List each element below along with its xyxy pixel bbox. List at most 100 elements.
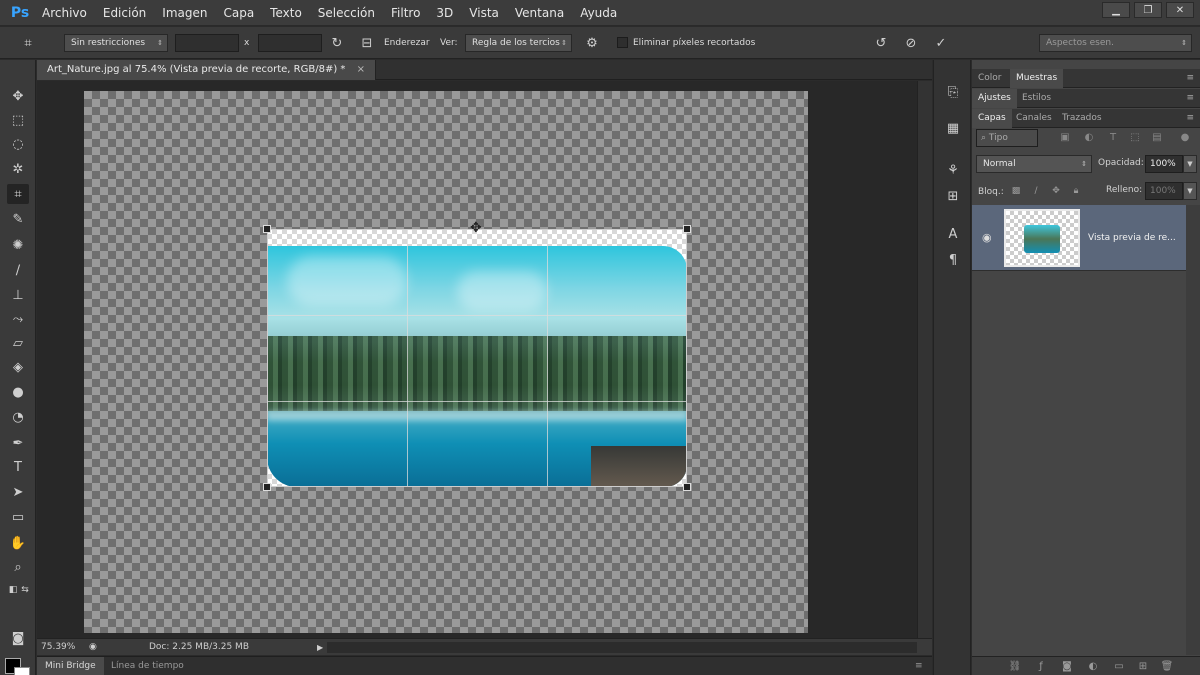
menu-seleccion[interactable]: Selección	[310, 0, 383, 26]
swap-colors-icon[interactable]: ⇆	[14, 580, 36, 600]
fill-input[interactable]: 100%	[1145, 182, 1183, 200]
ratio-preset-select[interactable]: Sin restricciones ⇕	[64, 34, 168, 52]
clone-source-panel-icon[interactable]: ⊞	[943, 186, 963, 206]
document-tab[interactable]: Art_Nature.jpg al 75.4% (Vista previa de…	[37, 60, 376, 80]
horizontal-scrollbar[interactable]	[327, 642, 917, 653]
layer-style-icon[interactable]: ƒ	[1034, 659, 1048, 673]
panel-menu-icon[interactable]: ≡	[1186, 69, 1194, 88]
menu-ventana[interactable]: Ventana	[507, 0, 572, 26]
character-panel-icon[interactable]: A	[943, 224, 963, 244]
crop-handle-top-left[interactable]	[263, 225, 271, 233]
delete-cropped-checkbox[interactable]	[617, 37, 628, 48]
menu-edicion[interactable]: Edición	[95, 0, 154, 26]
restore-button[interactable]: ❐	[1134, 2, 1162, 18]
add-mask-icon[interactable]: ◙	[1060, 659, 1074, 673]
straighten-icon[interactable]: ⊟	[359, 35, 375, 51]
path-selection-tool-icon[interactable]: ➤	[7, 482, 29, 502]
panel-menu-icon[interactable]: ≡	[907, 657, 931, 675]
overlay-select[interactable]: Regla de los tercios ⇕	[465, 34, 572, 52]
menu-3d[interactable]: 3D	[428, 0, 461, 26]
tab-estilos[interactable]: Estilos	[1016, 89, 1057, 108]
healing-brush-tool-icon[interactable]: ✺	[7, 235, 29, 255]
paragraph-panel-icon[interactable]: ¶	[943, 250, 963, 270]
panel-menu-icon[interactable]: ≡	[1186, 109, 1194, 128]
blend-mode-select[interactable]: Normal ⇕	[976, 155, 1092, 173]
menu-vista[interactable]: Vista	[461, 0, 507, 26]
link-layers-icon[interactable]: ⛓	[1008, 659, 1022, 673]
status-menu-arrow-icon[interactable]: ▶	[317, 639, 323, 656]
filter-toggle-icon[interactable]: ●	[1178, 130, 1192, 144]
tab-canales[interactable]: Canales	[1010, 109, 1058, 128]
crop-handle-bottom-left[interactable]	[263, 483, 271, 491]
hand-tool-icon[interactable]: ✋	[7, 533, 29, 553]
new-layer-icon[interactable]: ⊞	[1136, 659, 1150, 673]
history-brush-tool-icon[interactable]: ⤳	[7, 309, 29, 329]
commit-check-icon[interactable]: ✓	[933, 35, 949, 51]
minimize-button[interactable]: ▁	[1102, 2, 1130, 18]
pen-tool-icon[interactable]: ✒	[7, 433, 29, 453]
shape-tool-icon[interactable]: ▭	[7, 507, 29, 527]
menu-filtro[interactable]: Filtro	[383, 0, 428, 26]
lock-all-icon[interactable]: 🔒︎	[1070, 185, 1082, 197]
tab-timeline[interactable]: Línea de tiempo	[103, 657, 192, 675]
tab-trazados[interactable]: Trazados	[1056, 109, 1108, 128]
tab-color[interactable]: Color	[972, 69, 1008, 88]
tab-ajustes[interactable]: Ajustes	[972, 89, 1017, 108]
opacity-dropdown-icon[interactable]: ▼	[1183, 155, 1197, 173]
quick-mask-icon[interactable]: ◙	[7, 628, 29, 648]
brush-panel-icon[interactable]: ⚘	[943, 160, 963, 180]
fill-dropdown-icon[interactable]: ▼	[1183, 182, 1197, 200]
clone-stamp-tool-icon[interactable]: ⊥	[7, 285, 29, 305]
paint-bucket-tool-icon[interactable]: ◈	[7, 357, 29, 377]
tab-muestras[interactable]: Muestras	[1010, 69, 1064, 88]
filter-type-icon[interactable]: T	[1106, 130, 1120, 144]
filter-adjustment-icon[interactable]: ◐	[1082, 130, 1096, 144]
straighten-label[interactable]: Enderezar	[384, 27, 430, 59]
marquee-tool-icon[interactable]: ⬚	[7, 110, 29, 130]
tab-mini-bridge[interactable]: Mini Bridge	[37, 657, 104, 675]
filter-smart-icon[interactable]: ▤	[1150, 130, 1164, 144]
menu-imagen[interactable]: Imagen	[154, 0, 215, 26]
panel-menu-icon[interactable]: ≡	[1186, 89, 1194, 108]
move-tool-icon[interactable]: ✥	[7, 86, 29, 106]
zoom-tool-icon[interactable]: ⌕	[7, 557, 29, 577]
filter-shape-icon[interactable]: ⬚	[1128, 130, 1142, 144]
new-adjustment-icon[interactable]: ◐	[1086, 659, 1100, 673]
crop-width-input[interactable]	[175, 34, 239, 52]
menu-texto[interactable]: Texto	[262, 0, 310, 26]
crop-height-input[interactable]	[258, 34, 322, 52]
close-button[interactable]: ✕	[1166, 2, 1194, 18]
lock-position-icon[interactable]: ✥	[1050, 185, 1062, 197]
layers-scrollbar[interactable]	[1186, 205, 1200, 655]
type-tool-icon[interactable]: T	[7, 457, 29, 477]
blur-tool-icon[interactable]: ●	[7, 382, 29, 402]
layer-filter-select[interactable]: ⌕ Tipo	[976, 129, 1038, 147]
dodge-tool-icon[interactable]: ◔	[7, 407, 29, 427]
menu-archivo[interactable]: Archivo	[34, 0, 95, 26]
vertical-scrollbar[interactable]	[917, 81, 932, 638]
gear-icon[interactable]: ⚙	[584, 35, 600, 51]
layer-name[interactable]: Vista previa de re...	[1088, 205, 1176, 271]
eraser-tool-icon[interactable]: ▱	[7, 333, 29, 353]
info-icon[interactable]: ◉	[89, 639, 97, 656]
lasso-tool-icon[interactable]: ◌	[7, 134, 29, 154]
swap-rotate-icon[interactable]: ↻	[329, 35, 345, 51]
eyedropper-tool-icon[interactable]: ✎	[7, 209, 29, 229]
workspace-select[interactable]: Aspectos esen. ⇕	[1039, 34, 1192, 52]
lock-transparency-icon[interactable]: ▩	[1010, 185, 1022, 197]
filter-pixel-icon[interactable]: ▣	[1058, 130, 1072, 144]
opacity-input[interactable]: 100%	[1145, 155, 1183, 173]
properties-panel-icon[interactable]: ▦	[943, 118, 963, 138]
lock-pixels-icon[interactable]: ∕	[1030, 185, 1042, 197]
brush-tool-icon[interactable]: ∕	[7, 260, 29, 280]
history-panel-icon[interactable]: ⎘	[943, 82, 963, 102]
trash-icon[interactable]: 🗑︎	[1160, 659, 1174, 673]
eye-icon[interactable]: ◉	[982, 231, 992, 244]
cancel-icon[interactable]: ⊘	[903, 35, 919, 51]
layer-row[interactable]: ◉ Vista previa de re...	[972, 205, 1186, 271]
crop-handle-top-right[interactable]	[683, 225, 691, 233]
tab-capas[interactable]: Capas	[972, 109, 1012, 128]
new-group-icon[interactable]: ▭	[1112, 659, 1126, 673]
crop-border[interactable]	[267, 229, 687, 487]
background-color-swatch[interactable]	[14, 667, 30, 675]
